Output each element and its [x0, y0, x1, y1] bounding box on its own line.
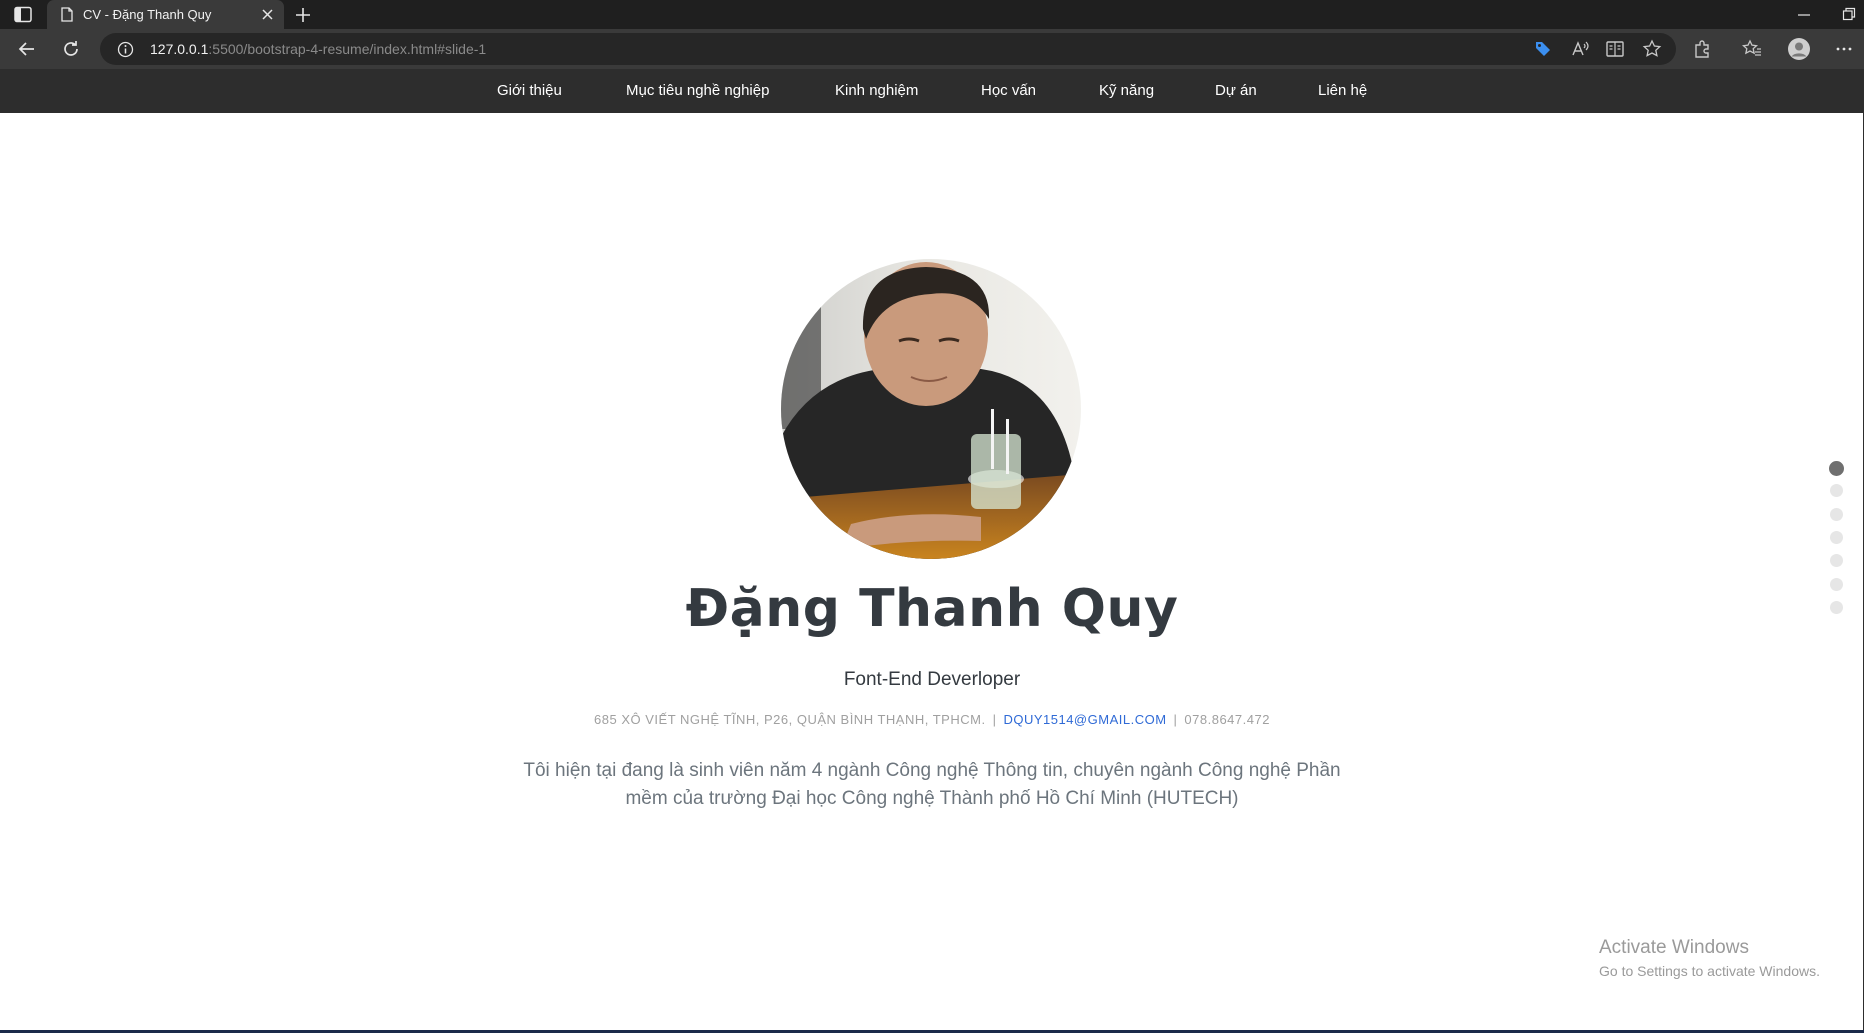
slide-dot-7[interactable]	[1830, 600, 1843, 614]
url-text[interactable]: 127.0.0.1:5500/bootstrap-4-resume/index.…	[150, 41, 486, 57]
minimize-icon[interactable]	[1797, 9, 1811, 21]
read-aloud-icon[interactable]	[1570, 39, 1590, 59]
slide-dot-4[interactable]	[1830, 530, 1843, 544]
separator: |	[992, 712, 997, 727]
tab-title: CV - Đặng Thanh Quy	[83, 7, 212, 22]
profile-photo	[781, 259, 1081, 559]
page-viewport: Giới thiệu Mục tiêu nghề nghiệp Kinh ngh…	[0, 69, 1864, 1033]
profile-bio: Tôi hiện tại đang là sinh viên năm 4 ngà…	[523, 760, 1341, 809]
immersive-reader-icon[interactable]	[1605, 39, 1625, 59]
more-icon[interactable]	[1834, 39, 1854, 59]
nav-item-gioi-thieu[interactable]: Giới thiệu	[497, 82, 562, 99]
site-navbar: Giới thiệu Mục tiêu nghề nghiệp Kinh ngh…	[0, 69, 1864, 113]
profile-role: Font-End Deverloper	[843, 669, 1021, 690]
favorites-icon[interactable]	[1742, 39, 1762, 59]
slide-dot-6[interactable]	[1830, 577, 1843, 591]
phone-text: 078.8647.472	[1184, 712, 1270, 727]
back-icon[interactable]	[17, 39, 37, 59]
email-link[interactable]: DQUY1514@GMAIL.COM	[1003, 712, 1166, 727]
separator: |	[1173, 712, 1178, 727]
nav-item-lien-he[interactable]: Liên hệ	[1318, 82, 1367, 99]
nav-item-hoc-van[interactable]: Học vấn	[981, 82, 1036, 99]
nav-item-ky-nang[interactable]: Kỹ năng	[1099, 82, 1154, 99]
slide-dot-3[interactable]	[1830, 507, 1843, 521]
windows-activation-watermark: Activate Windows Go to Settings to activ…	[1599, 937, 1820, 979]
slide-dots	[1828, 461, 1844, 621]
address-bar[interactable]: 127.0.0.1:5500/bootstrap-4-resume/index.…	[100, 33, 1676, 65]
contact-line: 685 XÔ VIẾT NGHỆ TĨNH, P26, QUẬN BÌNH TH…	[0, 712, 1864, 727]
slide-dot-5[interactable]	[1830, 554, 1843, 568]
document-icon	[61, 7, 73, 22]
favorite-add-icon[interactable]	[1642, 39, 1662, 59]
browser-tab-strip: CV - Đặng Thanh Quy	[0, 0, 1864, 29]
nav-item-kinh-nghiem[interactable]: Kinh nghiệm	[835, 82, 918, 99]
nav-item-du-an[interactable]: Dự án	[1215, 82, 1257, 99]
restore-icon[interactable]	[1842, 7, 1856, 21]
extensions-icon[interactable]	[1692, 39, 1712, 59]
slide-dot-2[interactable]	[1830, 484, 1843, 498]
profile-name: Đặng Thanh Quy	[685, 579, 1179, 639]
nav-item-muc-tieu[interactable]: Mục tiêu nghề nghiệp	[626, 82, 769, 99]
address-text: 685 XÔ VIẾT NGHỆ TĨNH, P26, QUẬN BÌNH TH…	[594, 712, 986, 727]
close-icon[interactable]	[261, 8, 274, 21]
tag-icon[interactable]	[1533, 39, 1553, 59]
slide-dot-1[interactable]	[1829, 461, 1844, 476]
profile-icon[interactable]	[1787, 37, 1811, 61]
plus-icon[interactable]	[294, 6, 312, 24]
browser-toolbar: 127.0.0.1:5500/bootstrap-4-resume/index.…	[0, 29, 1864, 69]
browser-tab-active[interactable]: CV - Đặng Thanh Quy	[47, 0, 284, 29]
sidebar-icon[interactable]	[14, 6, 32, 23]
reload-icon[interactable]	[61, 39, 81, 59]
info-icon[interactable]	[117, 41, 134, 58]
